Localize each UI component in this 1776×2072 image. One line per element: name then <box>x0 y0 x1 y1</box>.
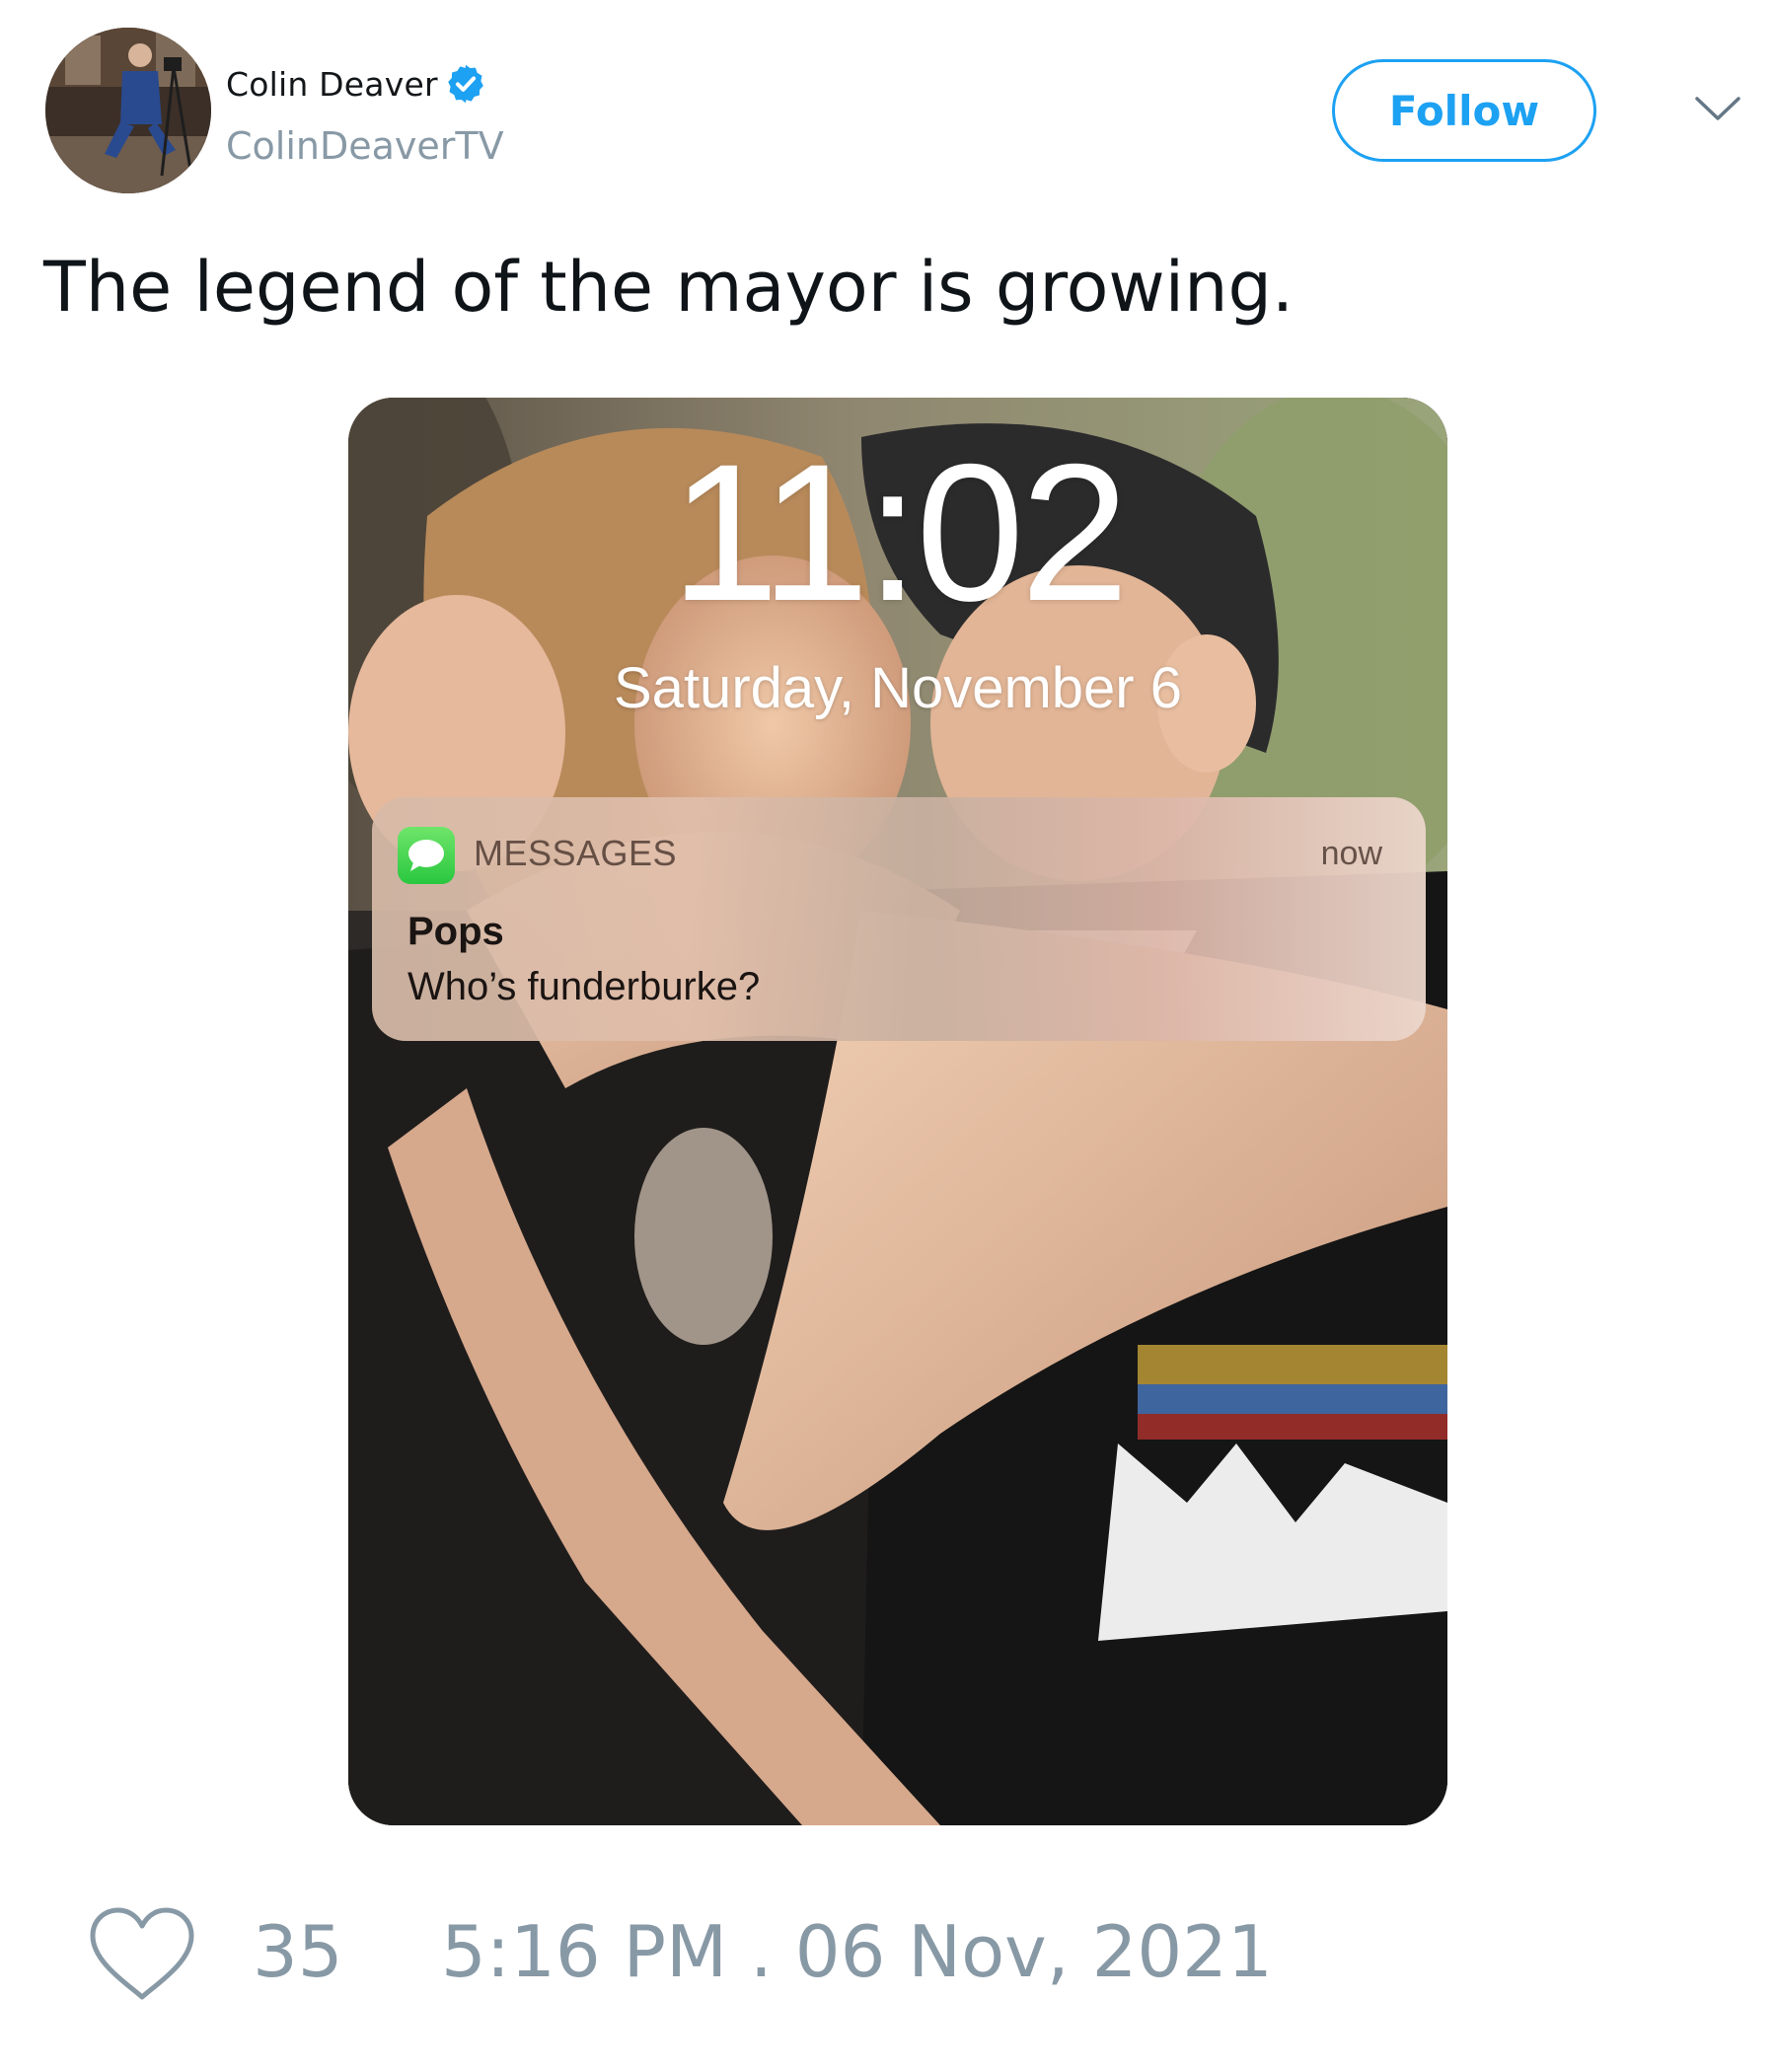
messages-app-icon <box>398 827 455 884</box>
tweet-media[interactable]: 11:02 Saturday, November 6 MESSAGES now … <box>348 398 1447 1825</box>
notification-sender: Pops <box>407 910 504 953</box>
message-notification[interactable]: MESSAGES now Pops Who’s funderburke? <box>372 797 1426 1041</box>
author-display-name[interactable]: Colin Deaver <box>226 65 438 104</box>
chevron-down-icon[interactable] <box>1693 89 1742 128</box>
lock-screen-date: Saturday, November 6 <box>614 656 1182 720</box>
notification-time: now <box>1320 835 1382 872</box>
author-name-row[interactable]: Colin Deaver <box>226 57 487 111</box>
notification-message: Who’s funderburke? <box>407 965 761 1008</box>
avatar[interactable] <box>45 28 211 193</box>
follow-button[interactable]: Follow <box>1332 59 1596 162</box>
tweet-text: The legend of the mayor is growing. <box>43 247 1295 328</box>
verified-badge-icon <box>444 62 487 106</box>
avatar-photo <box>45 28 211 193</box>
notification-app-name: MESSAGES <box>474 833 678 873</box>
author-handle[interactable]: ColinDeaverTV <box>226 124 504 168</box>
heart-icon[interactable] <box>87 1906 197 2005</box>
tweet-timestamp[interactable]: 5:16 PM . 06 Nov, 2021 <box>441 1916 1273 1987</box>
lock-screen-time: 11:02 <box>670 423 1130 641</box>
like-count: 35 <box>253 1910 343 1993</box>
